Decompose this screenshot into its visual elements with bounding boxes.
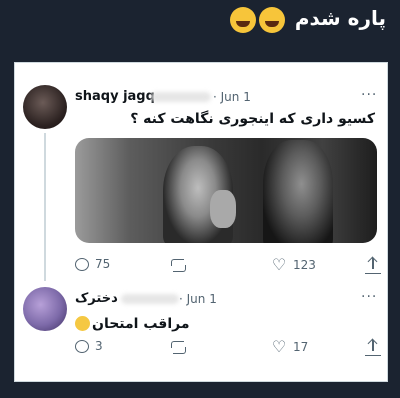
laughing-emoji-icon bbox=[229, 6, 256, 33]
like-button[interactable]: ♡ 17 bbox=[271, 339, 308, 355]
blurred-handle bbox=[121, 294, 179, 304]
caption-text: پاره شدم bbox=[294, 6, 386, 30]
avatar[interactable] bbox=[23, 287, 67, 331]
tweet-text-row: مراقب امتحان bbox=[75, 313, 190, 332]
laughing-emoji-icon bbox=[258, 6, 285, 33]
tweet-date[interactable]: · Jun 1 bbox=[179, 292, 217, 306]
share-icon bbox=[365, 339, 381, 356]
tweet-2[interactable]: دخترک · Jun 1 ··· مراقب امتحان 3 ♡ 17 bbox=[15, 63, 387, 381]
heart-icon: ♡ bbox=[271, 337, 287, 356]
retweet-icon bbox=[171, 339, 187, 355]
reply-icon bbox=[75, 339, 89, 353]
reply-button[interactable]: 3 bbox=[75, 339, 103, 353]
author-name[interactable]: دخترک bbox=[75, 291, 118, 306]
retweet-button[interactable] bbox=[171, 339, 193, 355]
reply-count: 3 bbox=[95, 339, 103, 353]
tweet-text: مراقب امتحان bbox=[92, 316, 190, 332]
share-button[interactable] bbox=[365, 339, 381, 356]
tweet-screenshot-card: shaqy jagq · Jun 1 ··· کسیو داری که اینج… bbox=[14, 62, 388, 382]
smile-emoji-icon bbox=[75, 316, 90, 331]
like-count: 17 bbox=[293, 340, 309, 354]
more-options-icon[interactable]: ··· bbox=[361, 289, 377, 305]
meme-caption: پاره شدم bbox=[229, 6, 386, 33]
tweet-actions: 3 ♡ 17 bbox=[75, 339, 385, 359]
